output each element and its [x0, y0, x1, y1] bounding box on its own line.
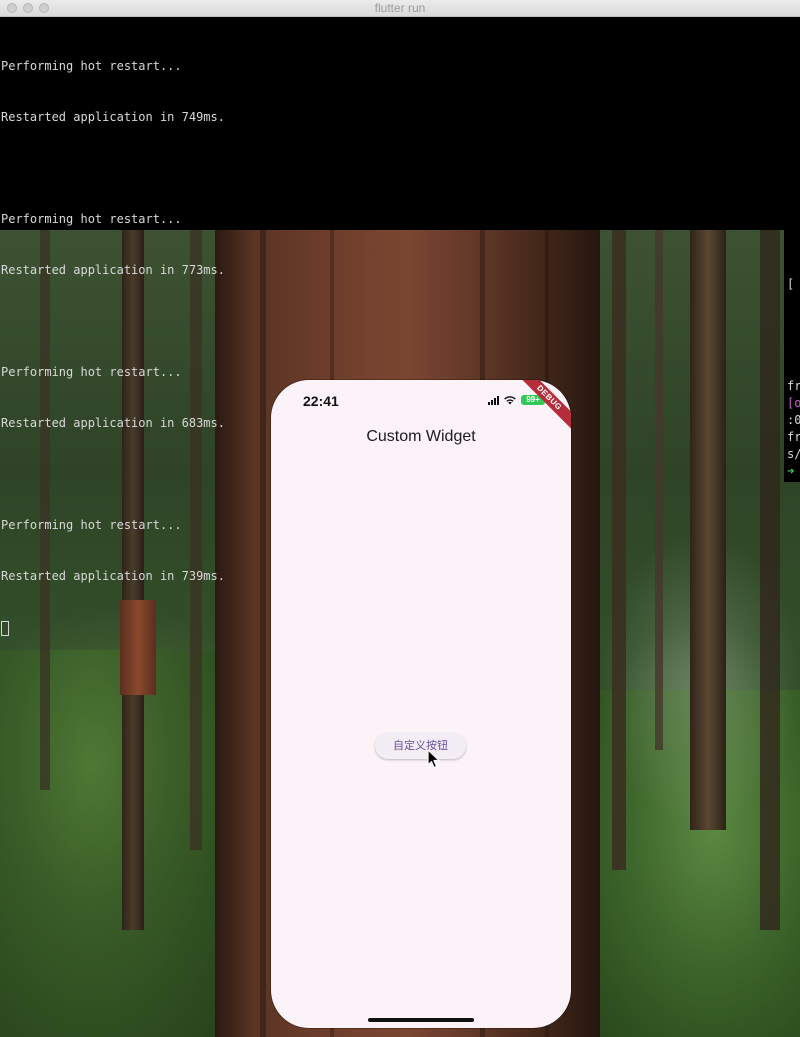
terminal-window[interactable]: flutter run Performing hot restart... Re…	[0, 0, 800, 636]
terminal-line: [	[787, 277, 795, 291]
terminal-line: Performing hot restart...	[1, 59, 182, 73]
prompt-arrow: ➜	[787, 464, 795, 478]
terminal-line: Restarted application in 749ms.	[1, 110, 225, 124]
terminal-line: fr	[787, 430, 800, 444]
app-bar-title: Custom Widget	[366, 428, 476, 445]
terminal-cursor	[1, 621, 9, 636]
custom-button[interactable]: 自定义按钮	[375, 733, 466, 759]
mouse-cursor-icon	[427, 749, 441, 774]
background-terminal[interactable]: [ fr [o :0 fr s/ ➜	[784, 230, 800, 482]
terminal-title: flutter run	[374, 1, 426, 15]
wifi-icon	[503, 395, 517, 405]
cellular-signal-icon	[488, 395, 499, 405]
terminal-line: [o	[787, 396, 800, 410]
terminal-line: s/	[787, 447, 800, 461]
terminal-line: fr	[787, 379, 800, 393]
terminal-line: Restarted application in 773ms.	[1, 263, 225, 277]
terminal-line: Performing hot restart...	[1, 365, 182, 379]
terminal-titlebar[interactable]: flutter run	[0, 0, 800, 17]
terminal-line: Performing hot restart...	[1, 212, 182, 226]
iphone-simulator[interactable]: 22:41 99+ DEBUG Custom Widget 自定义按钮	[271, 380, 571, 1028]
status-icons: 99+	[488, 393, 545, 407]
status-time: 22:41	[303, 393, 339, 409]
home-indicator[interactable]	[368, 1018, 474, 1022]
terminal-line: :0	[787, 413, 800, 427]
